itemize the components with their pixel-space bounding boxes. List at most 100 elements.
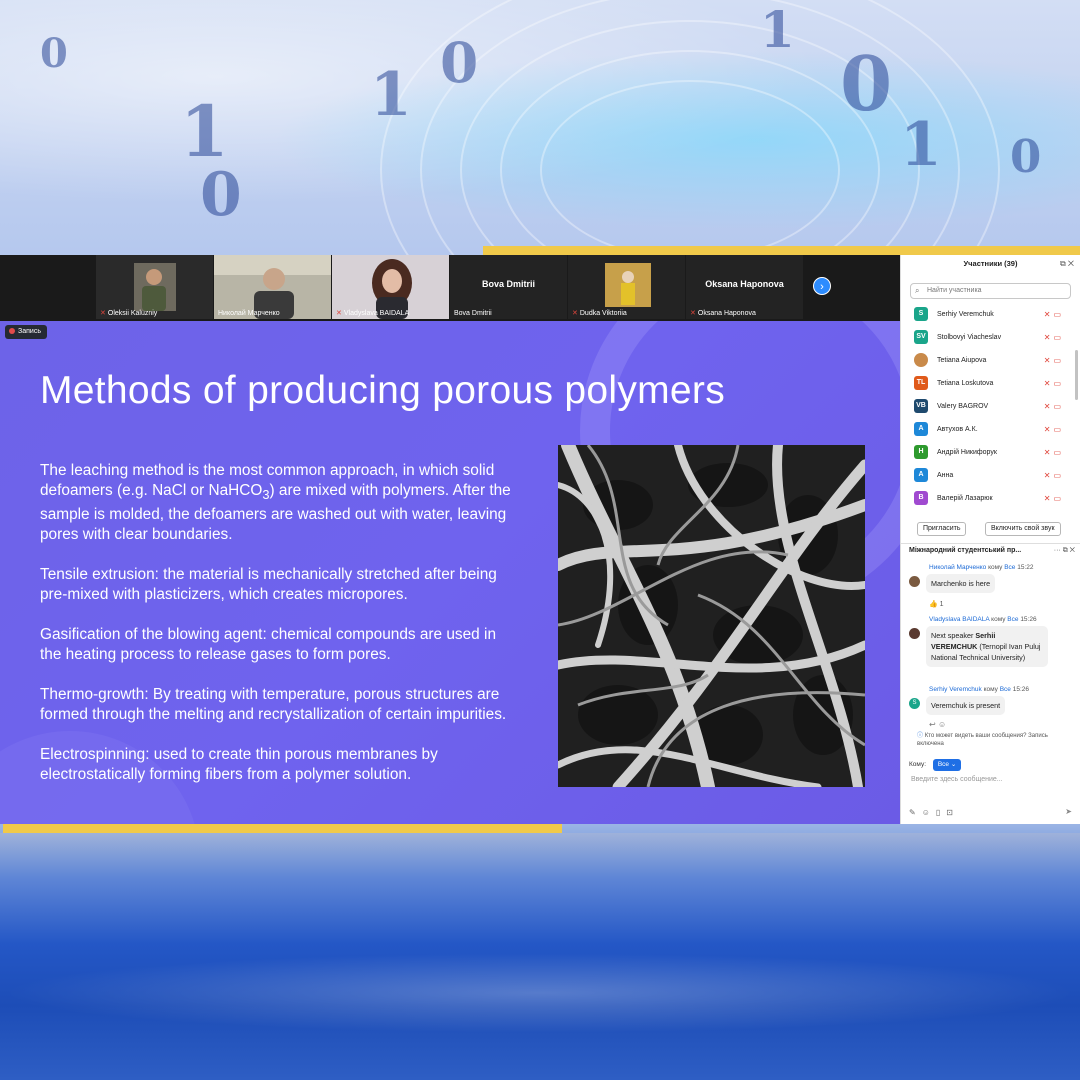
recipient-dropdown[interactable]: Все ⌄ [932, 759, 962, 771]
participant-name: Валерій Лазарюк [937, 495, 993, 502]
recording-label: Запись [18, 328, 41, 335]
mic-muted-icon: ✕ [690, 310, 696, 317]
video-tile[interactable]: Николай Марченко [214, 255, 331, 319]
sem-fiber-image [558, 445, 865, 787]
more-icon[interactable]: ··· [1054, 547, 1061, 554]
mic-video-off-icon[interactable]: ✕▭ [1044, 441, 1064, 464]
recording-indicator[interactable]: Запись [5, 325, 47, 339]
info-icon: ⓘ [917, 733, 924, 739]
accent-bar-top [483, 246, 1080, 255]
chat-message: Veremchuk is present [926, 696, 1006, 715]
emoji-icon[interactable]: ☺ [922, 808, 936, 817]
slide-paragraph: Thermo-growth: By treating with temperat… [40, 686, 507, 724]
reaction-badge[interactable]: 👍 1 [929, 600, 944, 608]
participant-row[interactable]: A Автухов А.К. ✕▭ [901, 418, 1080, 441]
mic-video-off-icon[interactable]: ✕▭ [1044, 349, 1064, 372]
participant-search-input[interactable]: ⌕ Найти участника [910, 283, 1071, 299]
send-icon[interactable]: ➤ [1065, 807, 1072, 816]
video-tile-placeholder-name: Bova Dmitrii [481, 279, 535, 289]
shared-slide: Запись Methods of producing porous polym… [0, 321, 900, 824]
close-icon[interactable]: ✕ [1068, 259, 1074, 268]
video-tile[interactable]: Oksana Haponova ✕ Oksana Haponova [686, 255, 803, 319]
close-icon[interactable]: ✕ [1070, 547, 1075, 554]
slide-paragraph: Gasification of the blowing agent: chemi… [40, 626, 497, 664]
side-panel: Участники (39) ⧉ ✕ ⌕ Найти участника S Se… [900, 255, 1080, 824]
mic-video-off-icon[interactable]: ✕▭ [1044, 303, 1064, 326]
video-tile-name: Oleksii Kaluzniy [107, 310, 158, 317]
slide-paragraph: Electrospinning: used to create thin por… [40, 746, 438, 784]
mic-video-off-icon[interactable]: ✕▭ [1044, 372, 1064, 395]
chat-toolbar: ✎☺▯⊡ [909, 808, 959, 817]
participant-name: Автухов А.К. [937, 426, 978, 433]
participant-name: Stolbovyi Viacheslav [937, 334, 1002, 341]
participant-row[interactable]: SV Stolbovyi Viacheslav ✕▭ [901, 326, 1080, 349]
mic-muted-icon: ✕ [100, 310, 106, 317]
participant-name: Анна [937, 472, 954, 479]
participant-row[interactable]: H Андрій Никифорук ✕▭ [901, 441, 1080, 464]
chat-message-input[interactable]: Введите здесь сообщение... [911, 776, 1003, 783]
participant-name: Tetiana Loskutova [937, 380, 994, 387]
popout-icon[interactable]: ⧉ [1063, 547, 1068, 554]
mic-video-off-icon[interactable]: ✕▭ [1044, 395, 1064, 418]
mic-video-off-icon[interactable]: ✕▭ [1044, 326, 1064, 349]
background-binary-artwork: 0 1 1 0 0 0 1 1 0 [0, 0, 1080, 255]
participants-title: Участники (39) [963, 259, 1018, 268]
mic-muted-icon: ✕ [572, 310, 578, 317]
chevron-down-icon: ⌄ [950, 761, 957, 768]
video-tile-name: Николай Марченко [218, 310, 280, 317]
avatar: B [914, 491, 928, 505]
participant-name: Serhiy Veremchuk [937, 311, 994, 318]
visibility-note: ⓘ Кто может видеть ваши сообщения? Запис… [917, 733, 1048, 747]
avatar: SV [914, 330, 928, 344]
participant-row[interactable]: S Serhiy Veremchuk ✕▭ [901, 303, 1080, 326]
mic-video-off-icon[interactable]: ✕▭ [1044, 464, 1064, 487]
video-tile[interactable]: Bova Dmitrii Bova Dmitrii [450, 255, 567, 319]
screenshot-icon[interactable]: ⊡ [946, 808, 959, 817]
reply-icon[interactable]: ↩ [929, 720, 936, 729]
invite-button[interactable]: Пригласить [917, 522, 967, 536]
record-dot-icon [9, 328, 15, 335]
video-tile[interactable]: ✕ Dudka Viktoriia [568, 255, 685, 319]
file-icon[interactable]: ▯ [936, 808, 946, 817]
avatar [909, 576, 920, 587]
participant-name: Андрій Никифорук [937, 449, 997, 456]
chat-message-meta: Vladyslava BAIDALA кому Все 15:26 [929, 616, 1037, 623]
participant-row[interactable]: TL Tetiana Loskutova ✕▭ [901, 372, 1080, 395]
avatar: TL [914, 376, 928, 390]
slide-paragraph: The leaching method is the most common a… [40, 462, 511, 544]
video-tile-name: Vladyslava BAIDALA [343, 310, 410, 317]
avatar [909, 628, 920, 639]
avatar: A [914, 468, 928, 482]
chat-message: Next speaker Serhii VEREMCHUK (Ternopil … [926, 626, 1048, 667]
zoom-meeting-window: ✕ Oleksii Kaluzniy Николай Марченко ✕ Vlad… [0, 255, 1080, 824]
slide-paragraph: Tensile extrusion: the material is mecha… [40, 566, 497, 604]
video-tile-placeholder-name: Oksana Haponova [705, 279, 784, 289]
avatar: VB [914, 399, 928, 413]
participant-row[interactable]: B Валерій Лазарюк ✕▭ [901, 487, 1080, 510]
format-icon[interactable]: ✎ [909, 808, 922, 817]
avatar: H [914, 445, 928, 459]
video-tile[interactable]: ✕ Vladyslava BAIDALA [332, 255, 449, 319]
popout-icon[interactable]: ⧉ [1060, 259, 1066, 268]
video-tile-name: Dudka Viktoriia [579, 310, 627, 317]
participants-scrollbar[interactable] [1075, 350, 1078, 400]
participant-row[interactable]: VB Valery BAGROV ✕▭ [901, 395, 1080, 418]
participant-name: Tetiana Aiupova [937, 357, 987, 364]
chat-message: Marchenko is here [926, 574, 996, 593]
participant-row[interactable]: A Анна ✕▭ [901, 464, 1080, 487]
background-gradient [0, 833, 1080, 1080]
video-tile[interactable]: ✕ Oleksii Kaluzniy [96, 255, 213, 319]
slide-title: Methods of producing porous polymers [40, 369, 725, 412]
chat-message-meta: Serhiy Veremchuk кому Все 15:26 [929, 686, 1029, 693]
video-tile-name: Oksana Haponova [697, 310, 756, 317]
unmute-self-button[interactable]: Включить свой звук [984, 522, 1061, 536]
mic-muted-icon: ✕ [336, 310, 342, 317]
emoji-icon[interactable]: ☺ [938, 720, 946, 729]
participant-list: S Serhiy Veremchuk ✕▭ SV Stolbovyi Viachesl… [901, 303, 1080, 510]
participant-row[interactable]: Tetiana Aiupova ✕▭ [901, 349, 1080, 372]
chevron-right-icon[interactable]: › [813, 277, 831, 295]
mic-video-off-icon[interactable]: ✕▭ [1044, 418, 1064, 441]
avatar [914, 353, 928, 367]
slide-body: The leaching method is the most common a… [40, 461, 520, 805]
mic-video-off-icon[interactable]: ✕▭ [1044, 487, 1064, 510]
